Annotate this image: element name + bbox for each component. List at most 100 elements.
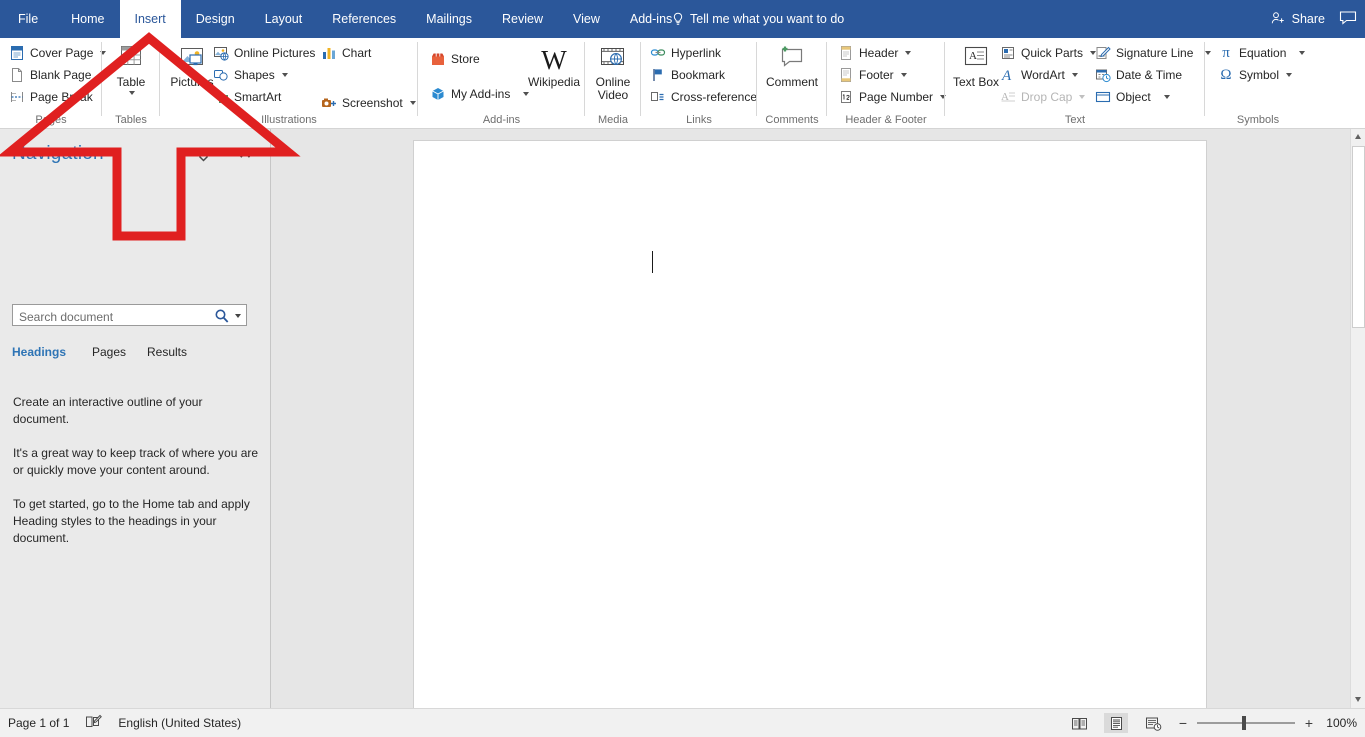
share-button[interactable]: Share [1271,11,1325,28]
ribbon-group-links: Hyperlink Bookmark Cross-reference Links [641,38,757,128]
page-number-label: Page Number [859,90,934,104]
search-document-box[interactable] [12,304,247,326]
screenshot-button[interactable]: Screenshot [318,92,419,114]
read-mode-view-button[interactable] [1067,713,1091,733]
vertical-scrollbar[interactable] [1350,129,1365,708]
language-label[interactable]: English (United States) [118,716,241,730]
tab-layout[interactable]: Layout [250,0,318,38]
wikipedia-button[interactable]: W Wikipedia [526,46,582,89]
zoom-slider[interactable] [1197,716,1295,730]
bookmark-button[interactable]: Bookmark [647,64,760,86]
comment-bubble-icon [1339,10,1357,28]
wordart-button[interactable]: A WordArt [997,64,1099,86]
web-layout-view-button[interactable] [1141,713,1165,733]
group-label-illustrations: Illustrations [261,114,317,126]
share-person-icon [1271,11,1286,28]
page-break-button[interactable]: Page Break [6,86,109,108]
nav-tab-results[interactable]: Results [147,345,187,359]
cover-page-label: Cover Page [30,46,94,60]
page-number-icon [838,89,854,105]
titlebar-right-controls: Share [1271,0,1357,38]
comment-button[interactable]: Comment [763,42,821,89]
tab-insert[interactable]: Insert [119,0,181,38]
my-addins-button[interactable]: My Add-ins [427,83,532,105]
ribbon-group-pages: Cover Page Blank Page Page Break Pages [0,38,107,128]
search-options-chevron-icon[interactable] [235,314,241,318]
cross-reference-label: Cross-reference [671,90,758,104]
table-icon [115,42,147,74]
store-button[interactable]: Store [427,48,532,70]
tell-me-box[interactable]: Tell me what you want to do [672,0,844,38]
drop-cap-button[interactable]: A Drop Cap [997,86,1099,108]
tab-references[interactable]: References [317,0,411,38]
navigation-pane-options-button[interactable] [196,151,212,165]
tab-design[interactable]: Design [181,0,250,38]
signature-line-button[interactable]: Signature Line [1092,42,1214,64]
zoom-slider-thumb[interactable] [1242,716,1246,730]
symbol-button[interactable]: Ω Symbol [1215,64,1308,86]
document-canvas[interactable] [271,129,1350,708]
screenshot-icon [321,95,337,111]
document-page[interactable] [414,141,1206,708]
scroll-down-button[interactable] [1351,692,1365,708]
shapes-icon [213,67,229,83]
shapes-button[interactable]: Shapes [210,64,318,86]
search-input[interactable] [17,307,211,326]
symbol-icon: Ω [1220,66,1232,83]
quick-parts-button[interactable]: Quick Parts [997,42,1099,64]
object-button[interactable]: Object [1092,86,1214,108]
footer-icon [838,67,854,83]
text-box-button[interactable]: A Text Box [951,42,1001,88]
tab-view[interactable]: View [558,0,615,38]
pictures-icon [176,42,208,74]
cross-reference-button[interactable]: Cross-reference [647,86,760,108]
proofing-errors-icon[interactable] [85,714,103,732]
smartart-button[interactable]: SmartArt [210,86,318,108]
text-box-icon: A [960,42,992,74]
tab-design-label: Design [195,12,235,26]
ribbon-group-comments: Comment Comments [757,38,827,128]
tab-file-label: File [18,12,39,26]
chevron-down-icon [1079,95,1086,99]
footer-button[interactable]: Footer [835,64,949,86]
page-info-label[interactable]: Page 1 of 1 [8,716,69,730]
date-time-icon [1095,67,1111,83]
text-box-label: Text Box [952,75,1000,89]
tab-file[interactable]: File [0,0,56,38]
header-button[interactable]: Header [835,42,949,64]
comments-bubble-button[interactable] [1339,10,1357,28]
online-video-button[interactable]: Online Video [584,42,642,102]
tab-mailings[interactable]: Mailings [411,0,487,38]
online-pictures-button[interactable]: Online Pictures [210,42,318,64]
smartart-icon [213,89,229,105]
tab-home[interactable]: Home [56,0,119,38]
scrollbar-thumb[interactable] [1352,146,1365,328]
date-time-button[interactable]: Date & Time [1092,64,1214,86]
wikipedia-icon: W [541,45,567,75]
zoom-level-label[interactable]: 100% [1323,716,1357,730]
equation-button[interactable]: π Equation [1215,42,1308,64]
tab-insert-label: Insert [134,12,166,26]
chart-button[interactable]: Chart [318,42,419,64]
page-number-button[interactable]: Page Number [835,86,949,108]
zoom-out-button[interactable]: − [1178,716,1188,730]
nav-message-line-3: To get started, go to the Home tab and a… [13,497,250,545]
online-pictures-icon [213,45,229,61]
print-layout-view-button[interactable] [1104,713,1128,733]
status-bar-right: − + 100% [1067,709,1357,737]
online-video-label: Online Video [595,75,631,102]
scroll-up-button[interactable] [1351,129,1365,145]
cover-page-button[interactable]: Cover Page [6,42,109,64]
hyperlink-button[interactable]: Hyperlink [647,42,760,64]
search-icon[interactable] [214,308,230,324]
navigation-pane-title: Navigation [12,143,104,164]
nav-tab-headings[interactable]: Headings [12,345,66,359]
tab-review[interactable]: Review [487,0,558,38]
nav-tab-pages[interactable]: Pages [92,345,126,359]
ribbon-group-header-footer: Header Footer Page Number Header & Foote… [827,38,947,128]
header-icon [838,45,854,61]
blank-page-button[interactable]: Blank Page [6,64,109,86]
zoom-in-button[interactable]: + [1304,716,1314,730]
table-button[interactable]: Table [102,42,160,95]
navigation-pane-close-button[interactable]: ✕ [238,145,252,162]
